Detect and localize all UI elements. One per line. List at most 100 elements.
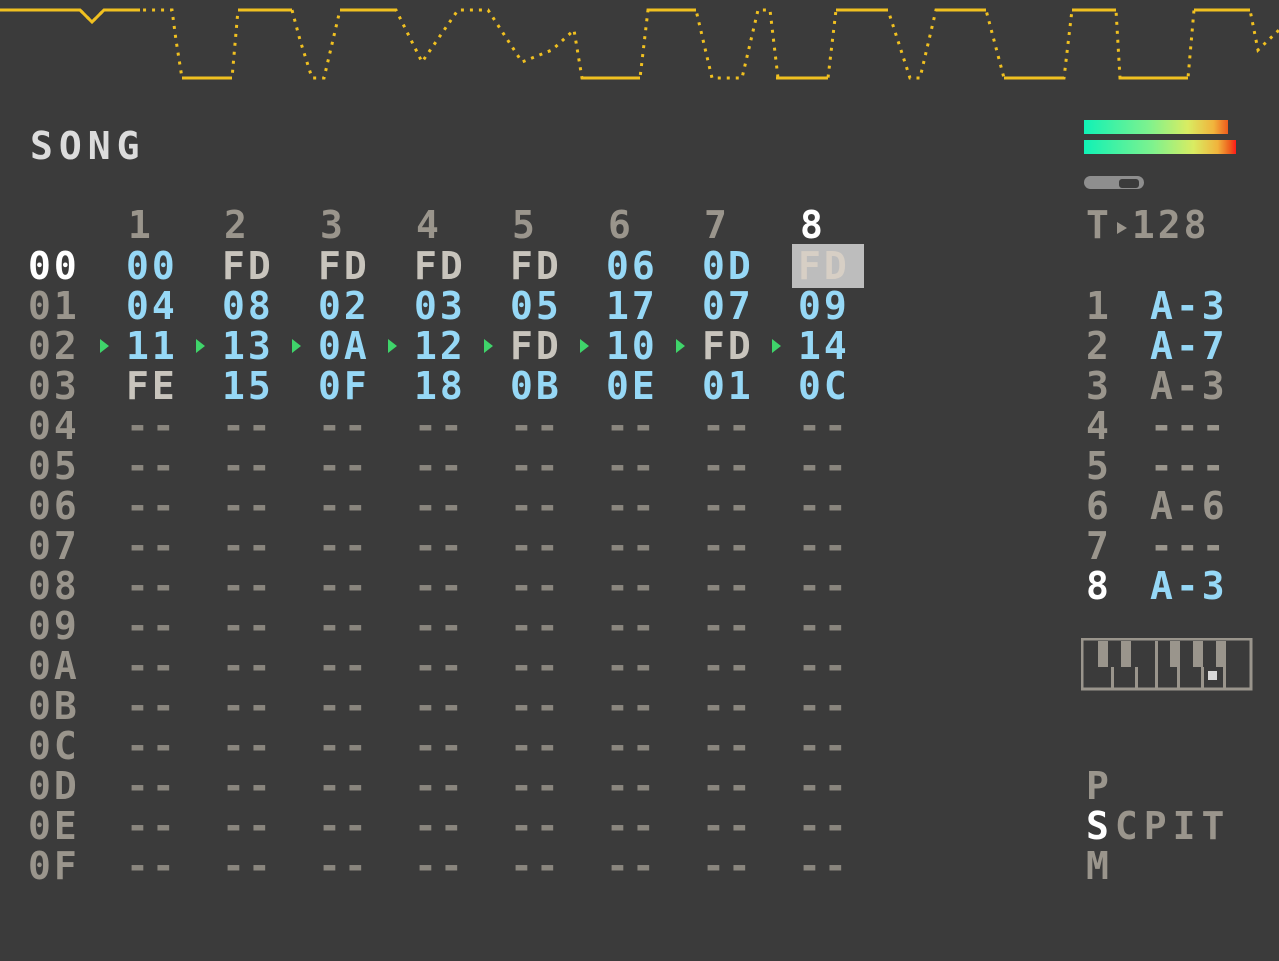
screen-map-top[interactable]: P	[1086, 766, 1115, 806]
chain-cell[interactable]: --	[798, 526, 864, 566]
chain-cell[interactable]: --	[126, 806, 192, 846]
chain-cell[interactable]: --	[606, 846, 672, 886]
chain-cell[interactable]: 0A	[318, 326, 384, 366]
chain-cell[interactable]: --	[798, 766, 864, 806]
chain-cell[interactable]: --	[510, 406, 576, 446]
chain-cell[interactable]: --	[414, 606, 480, 646]
tempo-display[interactable]: T 128	[1086, 205, 1210, 245]
chain-cell[interactable]: --	[222, 526, 288, 566]
chain-cell[interactable]: --	[126, 526, 192, 566]
chain-cell[interactable]: --	[318, 766, 384, 806]
chain-cell[interactable]: --	[510, 686, 576, 726]
chain-cell[interactable]: 0E	[606, 366, 672, 406]
screen-map-middle[interactable]: SCPIT	[1086, 806, 1230, 846]
chain-cell[interactable]: --	[798, 606, 864, 646]
chain-cell[interactable]: --	[702, 406, 768, 446]
chain-cell[interactable]: 13	[222, 326, 288, 366]
chain-cell[interactable]: --	[318, 806, 384, 846]
chain-cell[interactable]: --	[414, 446, 480, 486]
chain-cell[interactable]: --	[318, 726, 384, 766]
chain-cell[interactable]: 05	[510, 286, 576, 326]
chain-cell[interactable]: --	[798, 566, 864, 606]
chain-cell[interactable]: --	[702, 686, 768, 726]
chain-cell[interactable]: 0F	[318, 366, 384, 406]
chain-cell[interactable]: --	[606, 446, 672, 486]
chain-cell[interactable]: FD	[510, 246, 576, 286]
chain-cell[interactable]: --	[222, 446, 288, 486]
chain-cell[interactable]: --	[414, 566, 480, 606]
chain-cell[interactable]: --	[798, 406, 864, 446]
chain-cell[interactable]: --	[702, 606, 768, 646]
chain-cell[interactable]: --	[318, 446, 384, 486]
chain-cell[interactable]: --	[702, 766, 768, 806]
chain-cell[interactable]: --	[510, 726, 576, 766]
chain-cell[interactable]: 01	[702, 366, 768, 406]
chain-cell[interactable]: --	[798, 486, 864, 526]
chain-cell[interactable]: --	[318, 566, 384, 606]
chain-cell[interactable]: --	[798, 446, 864, 486]
chain-cell[interactable]: 14	[798, 326, 864, 366]
chain-cell[interactable]: --	[222, 566, 288, 606]
chain-cell[interactable]: --	[126, 406, 192, 446]
chain-cell[interactable]: --	[510, 486, 576, 526]
chain-cell[interactable]: --	[318, 846, 384, 886]
chain-cell[interactable]: FD	[318, 246, 384, 286]
chain-cell[interactable]: --	[126, 446, 192, 486]
chain-cell[interactable]: --	[510, 606, 576, 646]
chain-cell[interactable]: --	[126, 486, 192, 526]
chain-cell[interactable]: --	[510, 526, 576, 566]
chain-cell[interactable]: 08	[222, 286, 288, 326]
chain-cell[interactable]: --	[222, 806, 288, 846]
chain-cell[interactable]: 15	[222, 366, 288, 406]
chain-cell[interactable]: --	[222, 406, 288, 446]
chain-cell[interactable]: 02	[318, 286, 384, 326]
chain-cell[interactable]: 0C	[798, 366, 864, 406]
chain-cell[interactable]: --	[414, 646, 480, 686]
chain-cell[interactable]: 03	[414, 286, 480, 326]
chain-cell[interactable]: --	[414, 486, 480, 526]
chain-cell[interactable]: --	[414, 806, 480, 846]
chain-cell[interactable]: --	[414, 686, 480, 726]
chain-cell[interactable]: --	[126, 686, 192, 726]
chain-cell[interactable]: 06	[606, 246, 672, 286]
chain-cell[interactable]: --	[606, 806, 672, 846]
chain-cell[interactable]: FD	[510, 326, 576, 366]
chain-cell[interactable]: --	[414, 726, 480, 766]
chain-cell[interactable]: 12	[414, 326, 480, 366]
volume-slider-handle[interactable]	[1118, 178, 1140, 189]
chain-cell[interactable]: --	[798, 846, 864, 886]
chain-cell[interactable]: --	[126, 766, 192, 806]
chain-cell[interactable]: --	[702, 726, 768, 766]
chain-cell[interactable]: --	[798, 646, 864, 686]
chain-cell[interactable]: --	[222, 486, 288, 526]
chain-cell[interactable]: --	[702, 646, 768, 686]
chain-cell[interactable]: --	[606, 566, 672, 606]
chain-cell[interactable]: --	[510, 446, 576, 486]
chain-cell[interactable]: --	[318, 606, 384, 646]
chain-cell[interactable]: --	[606, 526, 672, 566]
cursor-cell[interactable]: FD	[792, 244, 864, 288]
chain-cell[interactable]: --	[126, 566, 192, 606]
chain-cell[interactable]: --	[798, 686, 864, 726]
chain-cell[interactable]: --	[606, 486, 672, 526]
chain-cell[interactable]: --	[222, 846, 288, 886]
chain-cell[interactable]: --	[318, 486, 384, 526]
chain-cell[interactable]: --	[126, 846, 192, 886]
chain-cell[interactable]: FD	[222, 246, 288, 286]
chain-cell[interactable]: --	[798, 806, 864, 846]
chain-cell[interactable]: --	[702, 446, 768, 486]
chain-cell[interactable]: --	[798, 726, 864, 766]
chain-cell[interactable]: --	[606, 726, 672, 766]
chain-cell[interactable]: FE	[126, 366, 192, 406]
chain-cell[interactable]: --	[510, 846, 576, 886]
chain-cell[interactable]: --	[222, 686, 288, 726]
chain-cell[interactable]: --	[702, 846, 768, 886]
chain-cell[interactable]: --	[318, 646, 384, 686]
chain-cell[interactable]: 18	[414, 366, 480, 406]
chain-cell[interactable]: --	[510, 646, 576, 686]
chain-cell[interactable]: --	[606, 686, 672, 726]
chain-cell[interactable]: --	[606, 606, 672, 646]
chain-cell[interactable]: --	[414, 526, 480, 566]
chain-cell[interactable]: --	[222, 646, 288, 686]
chain-cell[interactable]: --	[606, 766, 672, 806]
